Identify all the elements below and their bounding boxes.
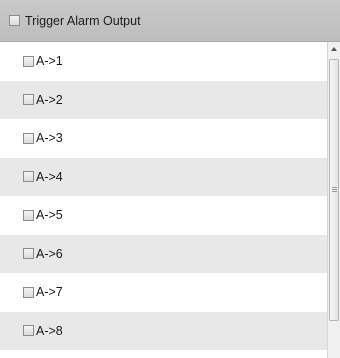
alarm-output-list: A->1 A->2 A->3 A->4 A->5 A->6 A->7 A->8 bbox=[0, 42, 327, 358]
output-checkbox[interactable] bbox=[23, 286, 34, 298]
list-item: A->7 bbox=[0, 273, 327, 312]
output-label: A->7 bbox=[36, 285, 63, 300]
list-item: A->1 bbox=[0, 42, 327, 81]
select-all-checkbox[interactable] bbox=[9, 15, 20, 26]
vertical-scrollbar[interactable] bbox=[327, 42, 340, 358]
output-label: A->1 bbox=[36, 54, 63, 69]
list-item: A->6 bbox=[0, 234, 327, 273]
header-label: Trigger Alarm Output bbox=[25, 13, 141, 28]
output-checkbox[interactable] bbox=[23, 171, 34, 183]
panel-header: Trigger Alarm Output bbox=[0, 0, 340, 42]
scroll-thumb[interactable] bbox=[329, 59, 339, 321]
list-item: A->2 bbox=[0, 80, 327, 119]
output-label: A->2 bbox=[36, 92, 63, 107]
grip-icon bbox=[332, 187, 337, 193]
output-label: A->6 bbox=[36, 246, 63, 261]
list-item: A->8 bbox=[0, 311, 327, 350]
output-label: A->8 bbox=[36, 323, 63, 338]
list-item: A->3 bbox=[0, 119, 327, 158]
output-label: A->3 bbox=[36, 131, 63, 146]
output-checkbox[interactable] bbox=[23, 94, 34, 106]
output-checkbox[interactable] bbox=[23, 209, 34, 221]
output-checkbox[interactable] bbox=[23, 55, 34, 67]
output-checkbox[interactable] bbox=[23, 325, 34, 337]
scroll-up-icon[interactable] bbox=[328, 42, 340, 56]
output-checkbox[interactable] bbox=[23, 132, 34, 144]
list-item: A->4 bbox=[0, 157, 327, 196]
output-checkbox[interactable] bbox=[23, 248, 34, 260]
list-item: A->5 bbox=[0, 196, 327, 235]
trigger-alarm-output-panel: Trigger Alarm Output A->1 A->2 A->3 A->4… bbox=[0, 0, 340, 358]
output-label: A->4 bbox=[36, 169, 63, 184]
output-label: A->5 bbox=[36, 208, 63, 223]
